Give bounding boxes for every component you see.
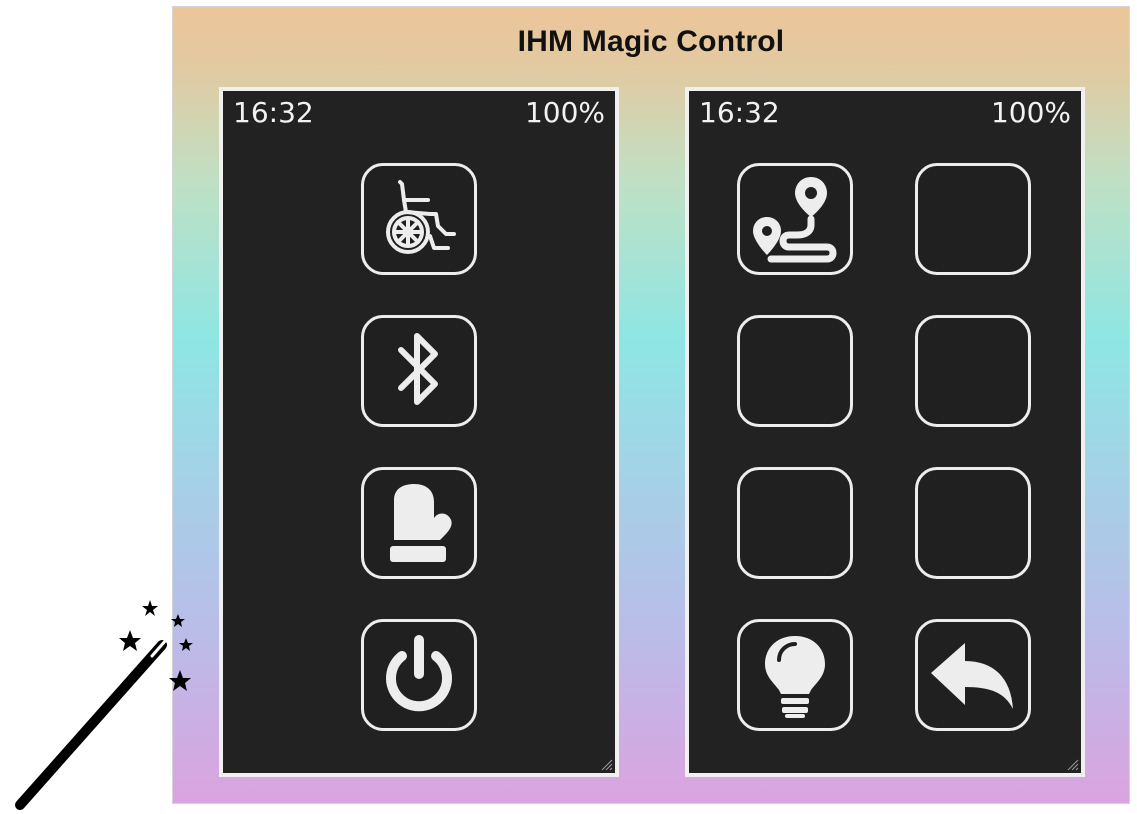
lightbulb-icon	[765, 636, 825, 718]
canvas: IHM Magic Control 16:32 100% 16:32 100%	[0, 0, 1137, 814]
app-title: IHM Magic Control	[517, 25, 785, 58]
resize-grip-icon[interactable]	[1065, 757, 1079, 771]
route-button[interactable]	[737, 163, 853, 275]
mitten-icon	[390, 484, 452, 562]
empty-slot-button[interactable]	[915, 163, 1031, 275]
power-button[interactable]	[361, 619, 477, 731]
status-battery: 100%	[524, 96, 605, 129]
bluetooth-icon	[398, 333, 438, 405]
status-time: 16:32	[233, 96, 314, 129]
power-icon	[386, 635, 452, 712]
empty-slot-button[interactable]	[737, 467, 853, 579]
bluetooth-button[interactable]	[361, 315, 477, 427]
route-icon	[753, 177, 837, 263]
back-button[interactable]	[915, 619, 1031, 731]
left-screen: 16:32 100%	[219, 87, 619, 777]
wheelchair-button[interactable]	[361, 163, 477, 275]
right-screen: 16:32 100%	[685, 87, 1085, 777]
back-arrow-icon	[931, 643, 1013, 709]
app-window: IHM Magic Control 16:32 100% 16:32 100%	[172, 6, 1130, 804]
mitten-button[interactable]	[361, 467, 477, 579]
magic-wand-icon	[15, 600, 193, 810]
empty-slot-button[interactable]	[915, 467, 1031, 579]
status-battery: 100%	[990, 96, 1071, 129]
resize-grip-icon[interactable]	[599, 757, 613, 771]
status-time: 16:32	[699, 96, 780, 129]
wheelchair-icon	[386, 180, 456, 254]
empty-slot-button[interactable]	[737, 315, 853, 427]
lightbulb-button[interactable]	[737, 619, 853, 731]
empty-slot-button[interactable]	[915, 315, 1031, 427]
